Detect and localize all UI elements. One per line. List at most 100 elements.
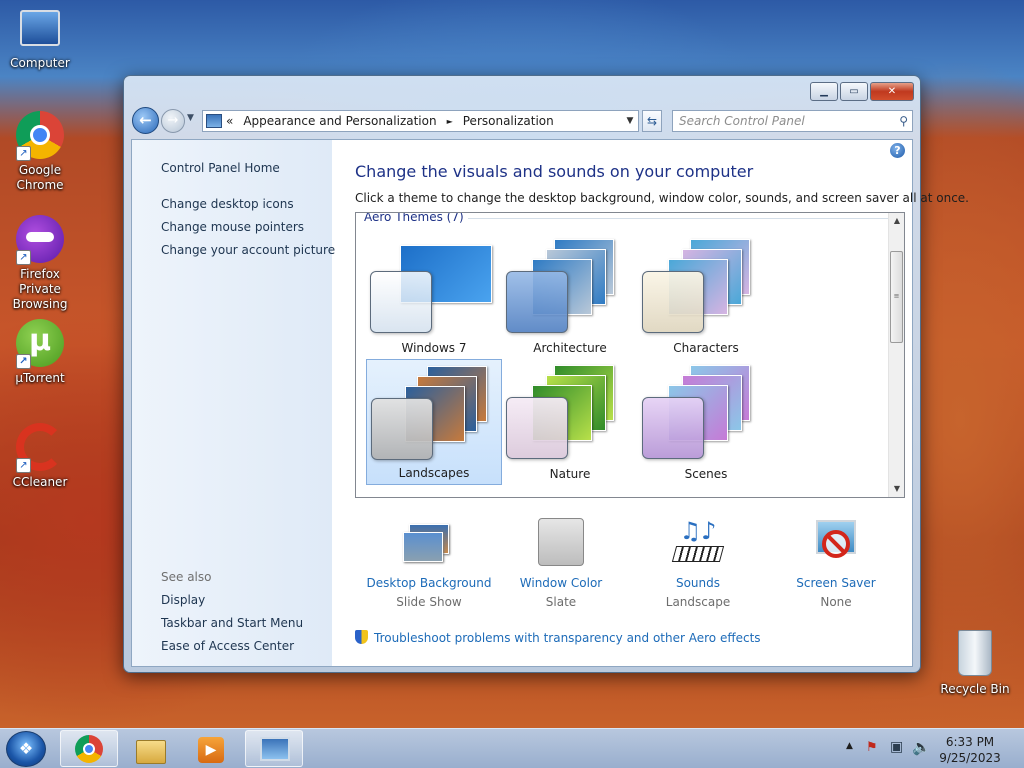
back-button[interactable]: ← (132, 107, 159, 134)
screen-saver-icon (808, 518, 864, 568)
scroll-down-icon[interactable]: ▼ (889, 481, 904, 497)
window-color-value: Slate (545, 595, 577, 609)
theme-scenes[interactable]: Scenes (638, 359, 774, 485)
action-center-icon[interactable]: ⚑ (866, 740, 878, 755)
sidebar-link-ease-of-access[interactable]: Ease of Access Center (161, 639, 294, 653)
breadcrumb-personalization[interactable]: Personalization (463, 114, 554, 128)
help-button[interactable]: ? (890, 143, 905, 158)
theme-characters[interactable]: Characters (638, 233, 774, 359)
desktop-background-link[interactable]: Desktop Background Slide Show (359, 518, 499, 609)
theme-landscapes[interactable]: Landscapes (366, 359, 502, 485)
control-panel-icon (260, 737, 290, 761)
desktop-icon-chrome[interactable]: ↗ Google Chrome (0, 111, 80, 193)
taskbar-control-panel[interactable] (245, 730, 303, 767)
troubleshoot-text: Troubleshoot problems with transparency … (374, 631, 761, 645)
sounds-link[interactable]: ♫♪ Sounds Landscape (628, 518, 768, 609)
system-clock[interactable]: 6:33 PM 9/25/2023 (930, 734, 1010, 766)
show-hidden-icons-icon[interactable]: ▲ (846, 741, 853, 751)
clock-date: 9/25/2023 (939, 751, 1001, 765)
uac-shield-icon (355, 630, 368, 644)
close-button[interactable]: ✕ (870, 82, 914, 101)
desktop-icon-utorrent[interactable]: µ ↗ µTorrent (0, 319, 80, 386)
breadcrumb-overflow[interactable]: « (226, 114, 233, 128)
arrow-right-icon: → (167, 113, 179, 128)
page-subtitle: Click a theme to change the desktop back… (355, 191, 969, 205)
sidebar: Control Panel Home Change desktop icons … (132, 140, 335, 666)
start-button[interactable]: ❖ (6, 731, 46, 767)
ccleaner-icon: ↗ (16, 423, 64, 473)
windows-logo-icon: ❖ (18, 739, 34, 758)
desktop-icon-label: CCleaner (12, 475, 68, 489)
sounds-icon: ♫♪ (670, 518, 726, 568)
refresh-button[interactable]: ⇆ (642, 110, 662, 132)
address-bar[interactable]: « Appearance and Personalization ► Perso… (202, 110, 639, 132)
window-color-link[interactable]: Window Color Slate (491, 518, 631, 609)
desktop-icon-computer[interactable]: Computer (0, 10, 80, 71)
scroll-up-icon[interactable]: ▲ (889, 213, 904, 229)
theme-label: Scenes (684, 467, 728, 481)
sounds-value: Landscape (665, 595, 731, 609)
desktop-icon-label: Google Chrome (16, 163, 64, 192)
forward-button[interactable]: → (161, 109, 185, 133)
group-header-aero-themes[interactable]: Aero Themes (7) (364, 213, 904, 224)
personalization-window: ▁ ▭ ✕ ← → ▼ « Appearance and Personaliza… (123, 75, 969, 673)
arrow-left-icon: ← (139, 111, 152, 129)
desktop-background-value: Slide Show (396, 595, 462, 609)
taskbar-chrome[interactable] (60, 730, 118, 767)
sidebar-link-taskbar[interactable]: Taskbar and Start Menu (161, 616, 303, 630)
minimize-button[interactable]: ▁ (810, 82, 838, 101)
shortcut-arrow-icon: ↗ (16, 250, 31, 265)
address-dropdown-icon[interactable]: ▼ (622, 116, 638, 126)
taskbar-file-explorer[interactable] (122, 730, 180, 767)
network-icon[interactable]: ▣ (890, 739, 903, 755)
window-color-icon (533, 518, 589, 568)
media-player-icon: ▶ (198, 737, 224, 763)
shortcut-arrow-icon: ↗ (16, 146, 31, 161)
recent-pages-dropdown[interactable]: ▼ (187, 113, 194, 123)
search-input[interactable]: Search Control Panel ⚲ (672, 110, 913, 132)
window-color-title: Window Color (519, 576, 603, 590)
breadcrumb-appearance[interactable]: Appearance and Personalization (243, 114, 436, 128)
breadcrumb-separator-icon[interactable]: ► (447, 117, 453, 126)
file-explorer-icon (136, 740, 166, 764)
screen-saver-link[interactable]: Screen Saver None (766, 518, 906, 609)
desktop-icon-firefox-private[interactable]: ↗ Firefox Private Browsing (0, 215, 82, 312)
caption-buttons: ▁ ▭ ✕ (810, 82, 914, 101)
recycle-bin-icon (958, 630, 992, 676)
help-icon: ? (894, 144, 901, 157)
page-title: Change the visuals and sounds on your co… (355, 162, 754, 181)
search-placeholder: Search Control Panel (679, 114, 805, 128)
search-icon[interactable]: ⚲ (899, 111, 908, 131)
volume-icon[interactable]: 🔈 (912, 738, 931, 756)
theme-glass-swatch (642, 271, 704, 333)
shortcut-arrow-icon: ↗ (16, 354, 31, 369)
desktop-icon-ccleaner[interactable]: ↗ CCleaner (0, 423, 80, 490)
troubleshoot-link[interactable]: Troubleshoot problems with transparency … (355, 630, 761, 645)
sidebar-link-account-picture[interactable]: Change your account picture (161, 243, 335, 257)
desktop-icon-recycle-bin[interactable]: Recycle Bin (935, 630, 1015, 697)
sidebar-link-desktop-icons[interactable]: Change desktop icons (161, 197, 294, 211)
clock-time: 6:33 PM (945, 735, 995, 749)
taskbar-media-player[interactable]: ▶ (182, 730, 240, 767)
theme-nature[interactable]: Nature (502, 359, 638, 485)
desktop-icon-label: Recycle Bin (940, 682, 1010, 696)
sidebar-link-mouse-pointers[interactable]: Change mouse pointers (161, 220, 304, 234)
scroll-thumb[interactable]: ≡ (890, 251, 903, 343)
themes-scrollbar[interactable]: ▲ ≡ ▼ (888, 213, 904, 497)
theme-label: Nature (549, 467, 591, 481)
shortcut-arrow-icon: ↗ (16, 458, 31, 473)
desktop-icon-label: µTorrent (15, 371, 65, 385)
sidebar-link-display[interactable]: Display (161, 593, 205, 607)
no-entry-icon (822, 530, 850, 558)
utorrent-icon: µ ↗ (16, 319, 64, 369)
theme-glass-swatch (642, 397, 704, 459)
theme-windows-7[interactable]: Windows 7 (366, 233, 502, 359)
navigation-bar: ← → ▼ « Appearance and Personalization ►… (132, 106, 913, 134)
sidebar-link-control-panel-home[interactable]: Control Panel Home (161, 161, 280, 175)
themes-list: Aero Themes (7) Windows 7 Architecture C… (355, 212, 905, 498)
refresh-icon: ⇆ (646, 114, 658, 128)
see-also-heading: See also (161, 570, 212, 584)
theme-label: Architecture (533, 341, 607, 355)
theme-architecture[interactable]: Architecture (502, 233, 638, 359)
maximize-button[interactable]: ▭ (840, 82, 868, 101)
